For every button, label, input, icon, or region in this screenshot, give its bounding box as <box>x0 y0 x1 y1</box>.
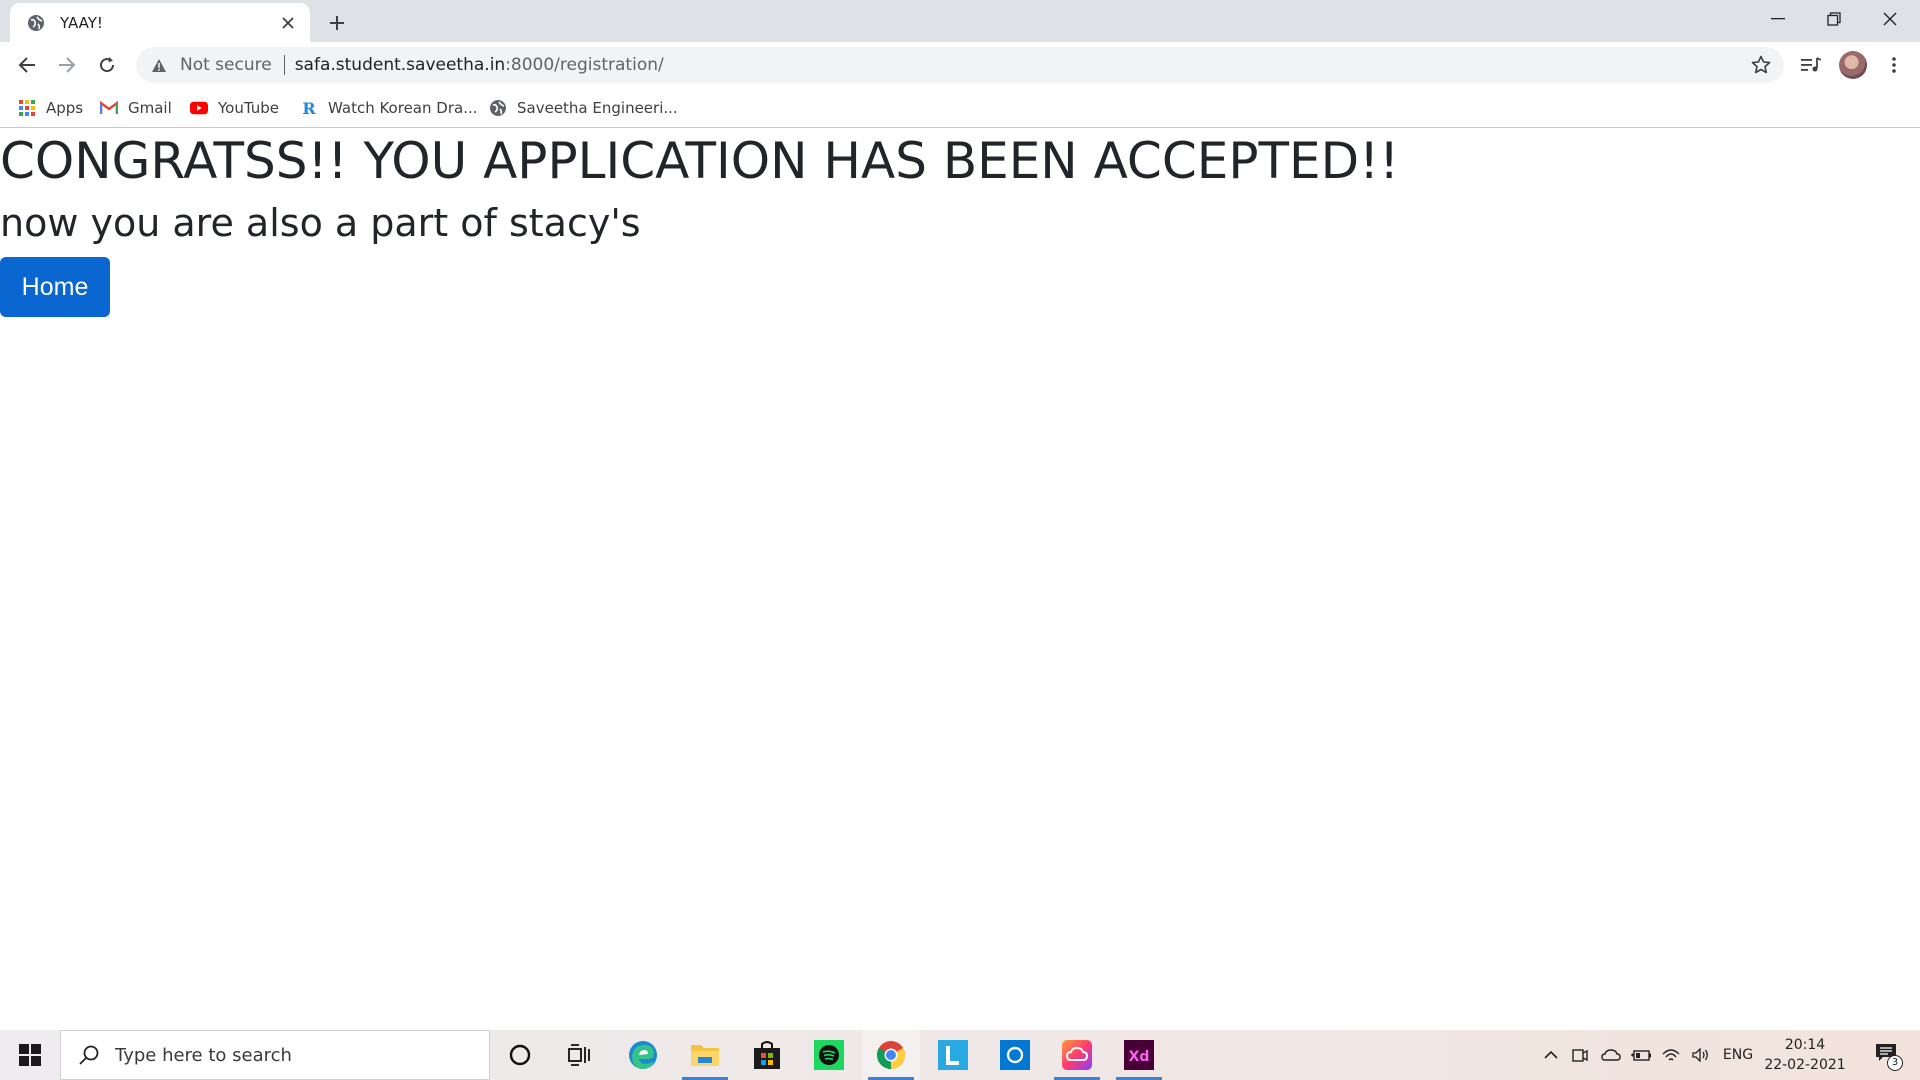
globe-icon <box>489 99 507 117</box>
url-host: safa.student.saveetha.in <box>294 55 506 75</box>
restore-icon[interactable] <box>1806 0 1862 38</box>
lens-app-icon[interactable] <box>924 1030 982 1080</box>
tab-strip: YAAY! <box>0 0 1920 42</box>
bookmark-label: Saveetha Engineeri... <box>517 99 678 117</box>
adobe-xd-icon[interactable]: Xd <box>1110 1030 1168 1080</box>
notification-icon: 3 <box>1875 1043 1903 1071</box>
page-content: CONGRATSS!! YOU APPLICATION HAS BEEN ACC… <box>0 129 1920 1030</box>
windows-logo-icon <box>19 1044 41 1066</box>
bookmark-label: Watch Korean Dra... <box>328 99 478 117</box>
action-center-button[interactable]: 3 <box>1866 1030 1910 1080</box>
bookmark-label: Gmail <box>128 99 172 117</box>
search-placeholder: Type here to search <box>115 1044 292 1066</box>
task-view-icon[interactable] <box>551 1030 609 1080</box>
start-button[interactable] <box>0 1030 60 1080</box>
minimize-icon[interactable] <box>1750 0 1806 38</box>
taskbar-search[interactable]: Type here to search <box>60 1030 490 1080</box>
kebab-menu-icon[interactable] <box>1876 47 1912 83</box>
globe-favicon-icon <box>26 13 46 33</box>
clock-date: 22-02-2021 <box>1764 1057 1846 1073</box>
bookmark-gmail[interactable]: Gmail <box>100 96 172 120</box>
chrome-icon[interactable] <box>862 1030 920 1080</box>
bookmark-apps[interactable]: Apps <box>18 96 83 120</box>
edge-icon[interactable] <box>614 1030 672 1080</box>
cortana-circle-icon[interactable] <box>491 1030 549 1080</box>
home-button[interactable]: Home <box>0 257 110 317</box>
clock-time: 20:14 <box>1784 1037 1826 1053</box>
rakuten-icon: R <box>302 98 316 118</box>
forward-arrow-icon[interactable] <box>49 47 85 83</box>
tab-title: YAAY! <box>60 13 103 32</box>
warning-triangle-icon[interactable] <box>150 56 168 74</box>
svg-text:Xd: Xd <box>1129 1049 1150 1065</box>
page-subtitle: now you are also a part of stacy's <box>0 201 641 245</box>
avatar-icon <box>1839 51 1867 79</box>
bookmark-korean-drama[interactable]: R Watch Korean Dra... <box>300 96 477 120</box>
tray-chevron-up-icon[interactable] <box>1540 1030 1562 1080</box>
bookmark-label: YouTube <box>218 99 279 117</box>
gmail-icon <box>100 99 118 117</box>
bookmarks-bar: Apps Gmail YouTube R Watch Korean Dra...… <box>0 88 1920 128</box>
browser-toolbar: Not secure safa.student.saveetha.in:8000… <box>0 42 1920 88</box>
language-indicator[interactable]: ENG <box>1720 1030 1756 1080</box>
youtube-icon <box>190 99 208 117</box>
battery-icon[interactable] <box>1628 1030 1654 1080</box>
media-control-icon[interactable] <box>1793 47 1829 83</box>
page-title: CONGRATSS!! YOU APPLICATION HAS BEEN ACC… <box>0 132 1400 190</box>
reload-icon[interactable] <box>89 47 125 83</box>
spotify-icon[interactable] <box>800 1030 858 1080</box>
close-tab-icon[interactable] <box>276 11 300 35</box>
volume-icon[interactable] <box>1688 1030 1714 1080</box>
browser-tab[interactable]: YAAY! <box>10 3 310 42</box>
omnibox-divider <box>283 55 285 75</box>
bookmark-saveetha[interactable]: Saveetha Engineeri... <box>489 96 678 120</box>
meet-now-icon[interactable] <box>1568 1030 1592 1080</box>
taskbar-clock[interactable]: 20:14 22-02-2021 <box>1760 1035 1850 1075</box>
close-window-icon[interactable] <box>1862 0 1918 38</box>
onedrive-cloud-icon[interactable] <box>1598 1030 1624 1080</box>
new-tab-button[interactable] <box>322 8 352 38</box>
microsoft-store-icon[interactable] <box>738 1030 796 1080</box>
bookmark-label: Apps <box>46 99 84 117</box>
back-arrow-icon[interactable] <box>9 47 45 83</box>
wifi-icon[interactable] <box>1658 1030 1684 1080</box>
url-text[interactable]: safa.student.saveetha.in:8000/registrati… <box>295 55 664 75</box>
address-bar[interactable]: Not secure safa.student.saveetha.in:8000… <box>136 47 1784 83</box>
bookmark-youtube[interactable]: YouTube <box>190 96 279 120</box>
url-path: :8000/registration/ <box>505 55 664 75</box>
windows-taskbar: Type here to search Xd ENG 20:14 22-02-2… <box>0 1030 1920 1080</box>
bookmark-star-icon[interactable] <box>1750 54 1772 76</box>
apps-grid-icon <box>18 99 36 117</box>
security-status[interactable]: Not secure <box>180 55 272 75</box>
search-icon <box>77 1043 101 1067</box>
creative-cloud-icon[interactable] <box>1048 1030 1106 1080</box>
file-explorer-icon[interactable] <box>676 1030 734 1080</box>
cortana-app-icon[interactable] <box>986 1030 1044 1080</box>
notification-badge: 3 <box>1887 1055 1903 1071</box>
profile-avatar[interactable] <box>1835 47 1871 83</box>
